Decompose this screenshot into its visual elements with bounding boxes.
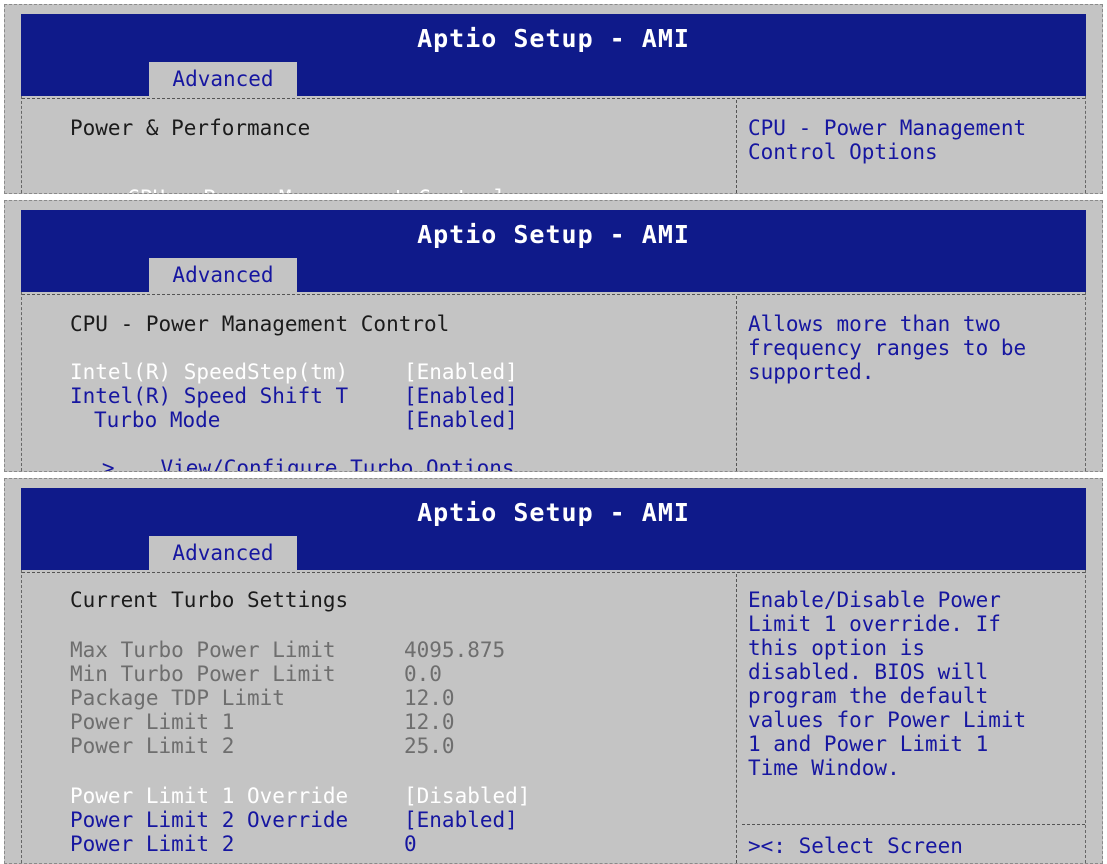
option-turbo-mode-label[interactable]: Turbo Mode (94, 408, 220, 432)
section-heading: Power & Performance (70, 116, 311, 140)
help-line: 1 and Power Limit 1 (748, 732, 989, 756)
info-label: Max Turbo Power Limit (70, 638, 336, 662)
info-label: Package TDP Limit (70, 686, 285, 710)
help-line: Time Window. (748, 756, 900, 780)
bios-panel-turbo-settings: Aptio Setup - AMI Advanced Current Turbo… (4, 478, 1103, 864)
menu-item-label: View/Configure Turbo Options (160, 456, 515, 472)
help-line: program the default (748, 684, 989, 708)
submenu-arrow-icon: > (102, 186, 127, 193)
bios-body: Power & Performance > CPU - Power Manage… (21, 96, 1086, 193)
option-pl2-value[interactable]: 0 (404, 832, 417, 856)
help-line: Limit 1 override. If (748, 612, 1001, 636)
tab-advanced[interactable]: Advanced (149, 258, 297, 292)
pane-divider (736, 574, 737, 863)
bios-header: Aptio Setup - AMI Advanced (21, 14, 1086, 96)
option-pl2-override-value[interactable]: [Enabled] (404, 808, 518, 832)
bios-panel-power-performance: Aptio Setup - AMI Advanced Power & Perfo… (4, 4, 1103, 194)
menu-item-label: CPU - Power Management Control (127, 186, 506, 193)
help-line: supported. (748, 360, 875, 384)
info-label: Min Turbo Power Limit (70, 662, 336, 686)
help-line: Enable/Disable Power (748, 588, 1001, 612)
submenu-arrow-icon: > (101, 456, 115, 472)
info-value: 12.0 (404, 710, 455, 734)
option-pl1-override-value[interactable]: [Disabled] (404, 784, 530, 808)
info-value: 12.0 (404, 686, 455, 710)
help-line: disabled. BIOS will (748, 660, 989, 684)
tab-advanced[interactable]: Advanced (149, 62, 297, 96)
info-label: Power Limit 2 (70, 734, 235, 758)
menu-item-cpu-power-management[interactable]: > CPU - Power Management Control (26, 162, 507, 193)
option-speedstep-label[interactable]: Intel(R) SpeedStep(tm) (70, 360, 348, 384)
option-pl1-override-label[interactable]: Power Limit 1 Override (70, 784, 348, 808)
option-speed-shift-value[interactable]: [Enabled] (404, 384, 518, 408)
bios-panel-cpu-power-management: Aptio Setup - AMI Advanced CPU - Power M… (4, 200, 1103, 472)
option-speedstep-value[interactable]: [Enabled] (404, 360, 518, 384)
help-line: values for Power Limit (748, 708, 1027, 732)
help-line: Control Options (748, 140, 938, 164)
info-value: 4095.875 (404, 638, 506, 662)
bios-body: CPU - Power Management Control Intel(R) … (21, 292, 1086, 471)
key-hint-select-screen: ><: Select Screen (748, 834, 963, 858)
info-label: Power Limit 1 (70, 710, 235, 734)
option-turbo-mode-value[interactable]: [Enabled] (404, 408, 518, 432)
pane-divider (736, 296, 737, 471)
bios-body: Current Turbo Settings Max Turbo Power L… (21, 570, 1086, 863)
help-line: CPU - Power Management (748, 116, 1027, 140)
option-speed-shift-label[interactable]: Intel(R) Speed Shift T (70, 384, 348, 408)
option-pl2-override-label[interactable]: Power Limit 2 Override (70, 808, 348, 832)
option-pl2-label[interactable]: Power Limit 2 (70, 832, 234, 856)
info-value: 25.0 (404, 734, 455, 758)
help-line: frequency ranges to be (748, 336, 1027, 360)
help-separator (742, 824, 1085, 825)
tab-advanced[interactable]: Advanced (149, 536, 297, 570)
bios-header: Aptio Setup - AMI Advanced (21, 210, 1086, 292)
menu-item-view-turbo-options[interactable]: > View/Configure Turbo Options (26, 432, 515, 472)
bios-title: Aptio Setup - AMI (417, 498, 690, 527)
pane-divider (736, 100, 737, 193)
help-line: Allows more than two (748, 312, 1001, 336)
help-line: this option is (748, 636, 926, 660)
info-value: 0.0 (404, 662, 442, 686)
bios-title: Aptio Setup - AMI (417, 24, 690, 53)
section-heading: Current Turbo Settings (70, 588, 349, 612)
bios-header: Aptio Setup - AMI Advanced (21, 488, 1086, 570)
bios-title: Aptio Setup - AMI (417, 220, 690, 249)
section-heading: CPU - Power Management Control (70, 312, 450, 336)
